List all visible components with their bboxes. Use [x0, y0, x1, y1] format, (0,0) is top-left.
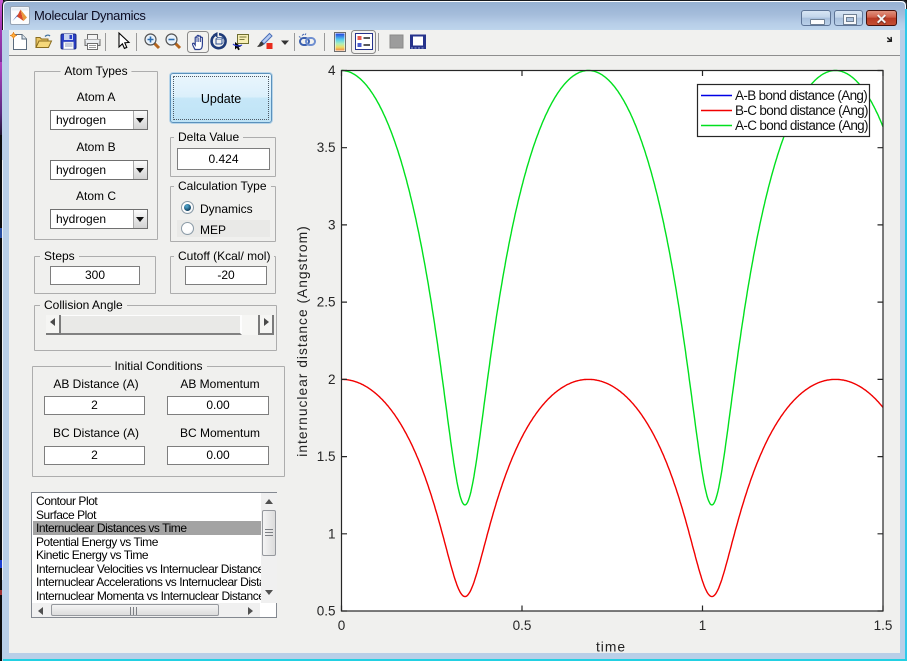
svg-text:3: 3 — [328, 217, 336, 232]
svg-text:4: 4 — [328, 63, 336, 78]
svg-text:0.5: 0.5 — [513, 618, 532, 633]
svg-text:A-C bond distance (Ang): A-C bond distance (Ang) — [735, 118, 868, 133]
svg-text:A-B bond distance (Ang): A-B bond distance (Ang) — [735, 88, 867, 103]
svg-text:1.5: 1.5 — [317, 449, 336, 464]
svg-text:2: 2 — [328, 372, 336, 387]
svg-text:internuclear distance (Angstro: internuclear distance (Angstrom) — [296, 225, 310, 456]
svg-text:0: 0 — [338, 618, 346, 633]
svg-text:B-C bond distance (Ang): B-C bond distance (Ang) — [735, 103, 868, 118]
svg-text:1.5: 1.5 — [874, 618, 893, 633]
svg-text:1: 1 — [699, 618, 707, 633]
svg-text:2.5: 2.5 — [317, 295, 336, 310]
svg-text:1: 1 — [328, 526, 336, 541]
svg-text:3.5: 3.5 — [317, 140, 336, 155]
svg-text:0.5: 0.5 — [317, 604, 336, 619]
svg-text:time: time — [596, 640, 626, 654]
